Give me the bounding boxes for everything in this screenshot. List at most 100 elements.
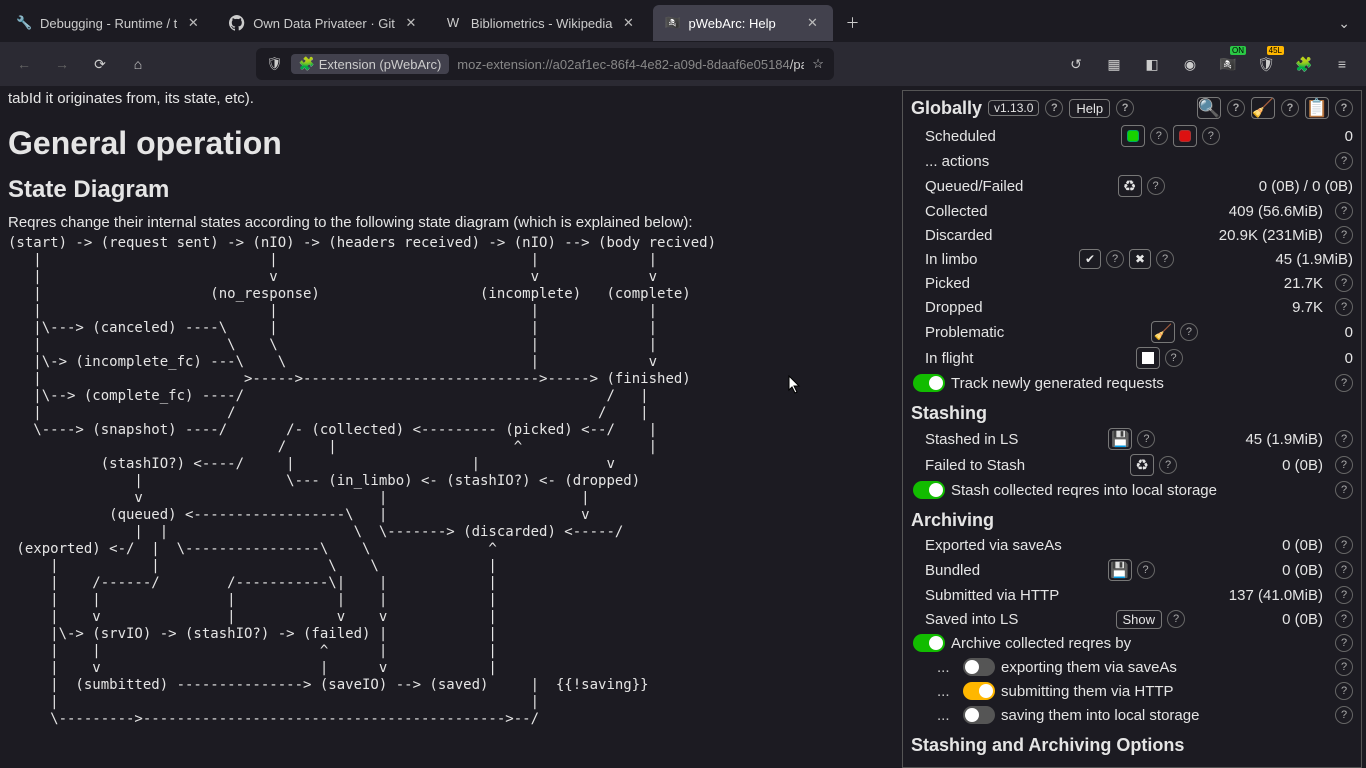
value: 21.7K (1284, 275, 1323, 292)
ublock-icon[interactable]: 🛡45L (1250, 48, 1282, 80)
toggle-ls[interactable] (963, 706, 995, 724)
help-icon[interactable]: ? (1335, 586, 1353, 604)
row-problematic: Problematic 🧹? 0 (903, 319, 1361, 345)
tab-wikipedia[interactable]: W Bibliometrics - Wikipedia ✕ (435, 5, 649, 41)
value: 0 (0B) (1282, 537, 1323, 554)
help-icon[interactable]: ? (1335, 298, 1353, 316)
help-icon[interactable]: ? (1150, 127, 1168, 145)
help-icon[interactable]: ? (1165, 349, 1183, 367)
help-icon[interactable]: ? (1202, 127, 1220, 145)
toggle-stash[interactable] (913, 481, 945, 499)
row-http: Submitted via HTTP137 (41.0MiB)? (903, 583, 1361, 607)
recycle-icon[interactable]: ♻ (1130, 454, 1154, 476)
reload-button[interactable]: ⟳ (84, 48, 116, 80)
broom-icon[interactable]: 🧹 (1251, 97, 1275, 119)
help-icon[interactable]: ? (1045, 99, 1063, 117)
value: 0 (0B) (1282, 457, 1323, 474)
row-saved-ls: Saved into LS Show? 0 (0B)? (903, 607, 1361, 631)
help-icon[interactable]: ? (1167, 610, 1185, 628)
row-arch-saveas: ...exporting them via saveAs? (903, 655, 1361, 679)
help-icon[interactable]: ? (1335, 99, 1353, 117)
reject-button[interactable]: ✖ (1129, 249, 1151, 269)
help-icon[interactable]: ? (1335, 202, 1353, 220)
show-button[interactable]: Show (1116, 610, 1163, 629)
row-archive-by: Archive collected reqres by ? (903, 631, 1361, 655)
tab-debugging[interactable]: 🔧 Debugging - Runtime / t ✕ (4, 5, 213, 41)
run-icon[interactable] (1121, 125, 1145, 147)
help-icon[interactable]: ? (1335, 561, 1353, 579)
help-icon[interactable]: ? (1335, 610, 1353, 628)
help-icon[interactable]: ? (1116, 99, 1134, 117)
value: 9.7K (1292, 299, 1323, 316)
stop-icon[interactable] (1136, 347, 1160, 369)
help-icon[interactable]: ? (1335, 456, 1353, 474)
close-icon[interactable]: ✕ (621, 15, 637, 31)
help-icon[interactable]: ? (1227, 99, 1245, 117)
extension-pwebarc-icon[interactable]: 🏴‍☠️ON (1212, 48, 1244, 80)
help-icon[interactable]: ? (1335, 481, 1353, 499)
row-dropped: Dropped9.7K? (903, 295, 1361, 319)
help-icon[interactable]: ? (1335, 634, 1353, 652)
help-icon[interactable]: ? (1281, 99, 1299, 117)
row-arch-ls: ...saving them into local storage? (903, 703, 1361, 727)
new-tab-button[interactable]: ＋ (837, 13, 869, 33)
save-icon[interactable]: ▦ (1098, 48, 1130, 80)
save-icon[interactable]: 💾 (1108, 559, 1132, 581)
history-icon[interactable]: ↺ (1060, 48, 1092, 80)
help-icon[interactable]: ? (1106, 250, 1124, 268)
value: 0 (0B) / 0 (0B) (1259, 178, 1353, 195)
url-bar[interactable]: 🛡 🧩Extension (pWebArc) moz-extension://a… (256, 48, 834, 80)
help-icon[interactable]: ? (1335, 706, 1353, 724)
help-icon[interactable]: ? (1335, 274, 1353, 292)
help-icon[interactable]: ? (1159, 456, 1177, 474)
popup-panel: Globally v1.13.0 ? Help ? 🔍 ? 🧹 ? 📋 ? Sc… (902, 90, 1362, 768)
help-icon[interactable]: ? (1180, 323, 1198, 341)
log-icon[interactable]: 📋 (1305, 97, 1329, 119)
menu-button[interactable]: ≡ (1326, 48, 1358, 80)
save-icon[interactable]: 💾 (1108, 428, 1132, 450)
bookmark-icon[interactable]: ☆ (812, 56, 824, 72)
close-icon[interactable]: ✕ (403, 15, 419, 31)
forward-button[interactable]: → (46, 48, 78, 80)
toggle-saveas[interactable] (963, 658, 995, 676)
toggle-http[interactable] (963, 682, 995, 700)
extensions-icon[interactable]: 🧩 (1288, 48, 1320, 80)
close-icon[interactable]: ✕ (805, 15, 821, 31)
value: 0 (0B) (1282, 562, 1323, 579)
help-icon[interactable]: ? (1147, 177, 1165, 195)
help-icon[interactable]: ? (1335, 658, 1353, 676)
sidebar-icon[interactable]: ◧ (1136, 48, 1168, 80)
help-icon[interactable]: ? (1335, 374, 1353, 392)
sync-icon[interactable]: ◉ (1174, 48, 1206, 80)
row-picked: Picked21.7K? (903, 271, 1361, 295)
back-button[interactable]: ← (8, 48, 40, 80)
help-icon[interactable]: ? (1137, 561, 1155, 579)
search-icon[interactable]: 🔍 (1197, 97, 1221, 119)
accept-button[interactable]: ✔ (1079, 249, 1101, 269)
stop-icon[interactable] (1173, 125, 1197, 147)
row-collected: Collected409 (56.6MiB)? (903, 199, 1361, 223)
help-icon[interactable]: ? (1335, 152, 1353, 170)
tab-github[interactable]: Own Data Privateer · Git ✕ (217, 5, 431, 41)
broom-icon[interactable]: 🧹 (1151, 321, 1175, 343)
list-tabs-button[interactable]: ⌄ (1326, 15, 1362, 32)
help-icon[interactable]: ? (1335, 536, 1353, 554)
help-icon[interactable]: ? (1335, 430, 1353, 448)
row-inflight: In flight ? 0 (903, 345, 1361, 371)
help-icon[interactable]: ? (1156, 250, 1174, 268)
row-actions: ... actions ? (903, 149, 1361, 173)
extension-name: Extension (pWebArc) (319, 57, 442, 72)
toggle-archive[interactable] (913, 634, 945, 652)
help-icon[interactable]: ? (1335, 682, 1353, 700)
help-icon[interactable]: ? (1335, 226, 1353, 244)
tab-pwebarc[interactable]: 🏴‍☠️ pWebArc: Help ✕ (653, 5, 833, 41)
toggle-track[interactable] (913, 374, 945, 392)
wikipedia-icon: W (447, 15, 463, 31)
recycle-icon[interactable]: ♻ (1118, 175, 1142, 197)
tab-label: Debugging - Runtime / t (40, 16, 177, 31)
close-icon[interactable]: ✕ (185, 15, 201, 31)
help-button[interactable]: Help (1069, 99, 1110, 118)
help-icon[interactable]: ? (1137, 430, 1155, 448)
tab-label: Bibliometrics - Wikipedia (471, 16, 613, 31)
home-button[interactable]: ⌂ (122, 48, 154, 80)
